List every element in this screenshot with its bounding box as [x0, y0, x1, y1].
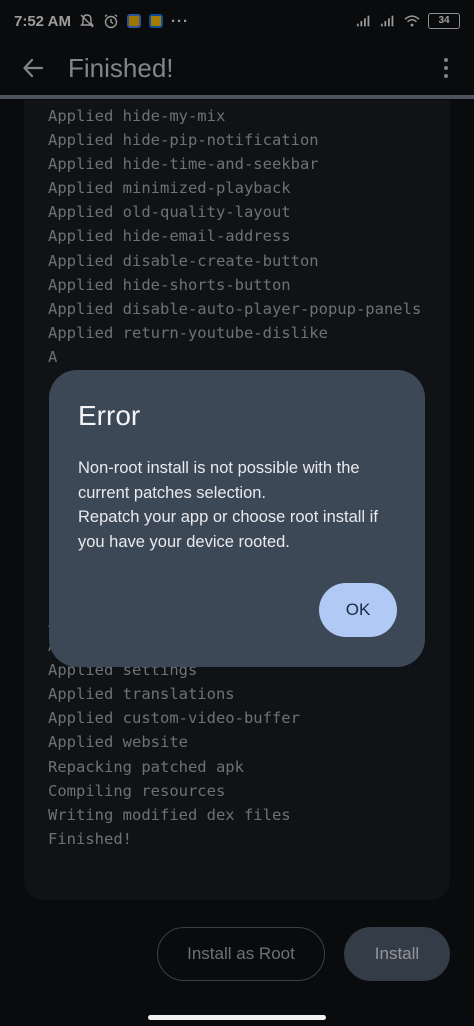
- log-line: Writing modified dex files: [48, 805, 291, 824]
- ok-button[interactable]: OK: [319, 583, 397, 637]
- log-line: Applied disable-auto-player-popup-panels: [48, 299, 422, 318]
- status-bar: 7:52 AM ··· 34: [0, 0, 474, 42]
- progress-bar: [0, 95, 474, 99]
- log-line: Applied hide-my-mix: [48, 107, 226, 125]
- more-vert-icon: [444, 58, 448, 62]
- signal-icon: [356, 15, 370, 27]
- status-time: 7:52 AM: [14, 12, 71, 30]
- status-right: 34: [356, 13, 460, 29]
- more-notifications-icon: ···: [170, 12, 189, 30]
- install-as-root-button[interactable]: Install as Root: [157, 927, 325, 981]
- log-line: A: [48, 347, 58, 366]
- log-line: Applied hide-shorts-button: [48, 275, 291, 294]
- log-line: Applied translations: [48, 685, 235, 704]
- wifi-icon: [404, 15, 420, 27]
- log-line: Applied website: [48, 733, 188, 752]
- install-button[interactable]: Install: [344, 927, 450, 981]
- log-line: Applied hide-pip-notification: [48, 131, 319, 150]
- error-dialog: Error Non-root install is not possible w…: [49, 370, 425, 667]
- dialog-title: Error: [78, 400, 141, 431]
- gesture-nav-bar[interactable]: [148, 1015, 326, 1020]
- back-button[interactable]: [18, 53, 48, 83]
- alarm-icon: [104, 14, 118, 29]
- arrow-left-icon: [23, 58, 44, 78]
- log-line: Repacking patched apk: [48, 757, 244, 776]
- log-line: Applied old-quality-layout: [48, 203, 291, 222]
- app-icon-1: [126, 14, 141, 28]
- app-icon-2: [148, 14, 163, 28]
- log-line: Applied return-youtube-dislike: [48, 323, 328, 342]
- page-title: Finished!: [68, 52, 174, 83]
- dialog-message: Non-root install is not possible with th…: [78, 456, 396, 554]
- signal-icon: [380, 15, 394, 27]
- dialog-message-line-2: Repatch your app or choose root install …: [78, 508, 378, 551]
- log-line: Finished!: [48, 829, 132, 848]
- log-line: Applied hide-email-address: [48, 227, 291, 246]
- log-line: Applied minimized-playback: [48, 179, 291, 198]
- dialog-message-line-1: Non-root install is not possible with th…: [78, 459, 360, 502]
- log-line: Applied custom-video-buffer: [48, 709, 300, 728]
- status-left: 7:52 AM ···: [14, 13, 189, 30]
- app-bar: Finished!: [0, 42, 474, 94]
- silent-bell-icon: [80, 14, 94, 28]
- log-line: Compiling resources: [48, 781, 226, 800]
- log-line: Applied disable-create-button: [48, 251, 319, 270]
- battery-icon: 34: [428, 13, 460, 29]
- more-options-button[interactable]: [436, 58, 456, 78]
- log-line: Applied hide-time-and-seekbar: [48, 155, 319, 174]
